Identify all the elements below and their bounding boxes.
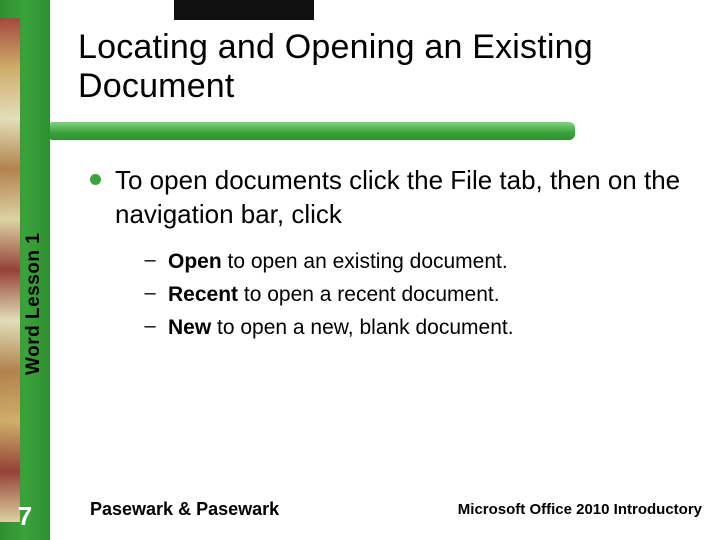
bullet-icon: [90, 174, 101, 185]
dash-icon: –: [144, 315, 156, 338]
sub-item: – Recent to open a recent document.: [144, 281, 700, 308]
sidebar: Word Lesson 1 7: [0, 0, 50, 540]
bullet-item: To open documents click the File tab, th…: [90, 164, 700, 232]
sub-item: – Open to open an existing document.: [144, 248, 700, 275]
sidebar-decorative-art: [0, 18, 20, 522]
sub-item: – New to open a new, blank document.: [144, 314, 700, 341]
footer-left: Pasewark & Pasewark: [90, 499, 279, 520]
top-accent-bar: [174, 0, 314, 20]
slide-title: Locating and Opening an Existing Documen…: [78, 28, 698, 106]
dash-icon: –: [144, 282, 156, 305]
footer-right: Microsoft Office 2010 Introductory: [458, 501, 702, 518]
vertical-label: Word Lesson 1: [23, 175, 45, 375]
dash-icon: –: [144, 249, 156, 272]
slide-body: To open documents click the File tab, th…: [90, 164, 700, 347]
sub-text: Open to open an existing document.: [168, 248, 508, 275]
page-number: 7: [0, 501, 50, 532]
sub-text: Recent to open a recent document.: [168, 281, 500, 308]
sub-text: New to open a new, blank document.: [168, 314, 514, 341]
bullet-text: To open documents click the File tab, th…: [115, 164, 700, 232]
slide: Word Lesson 1 7 Locating and Opening an …: [0, 0, 720, 540]
sub-list: – Open to open an existing document. – R…: [144, 248, 700, 342]
title-underline: [50, 122, 575, 140]
